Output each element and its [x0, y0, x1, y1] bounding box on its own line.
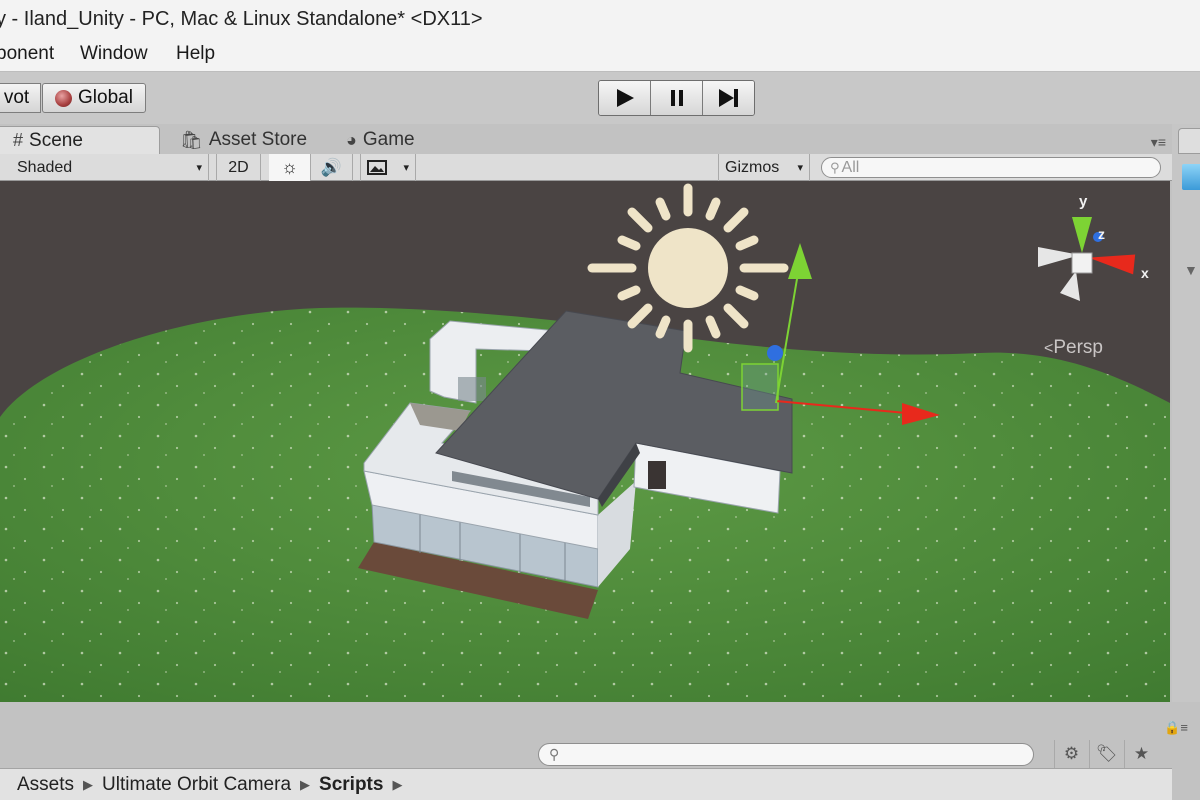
- pivot-toggle-button[interactable]: vot: [0, 83, 41, 113]
- tab-asset-store-label: Asset Store: [208, 129, 308, 150]
- panel-menu-icon[interactable]: ▾≡: [1151, 134, 1166, 151]
- gizmo-arrow-y: [788, 243, 812, 279]
- projection-label: Persp: [1053, 337, 1103, 358]
- playback-controls: [598, 80, 755, 116]
- global-toggle-button[interactable]: Global: [42, 83, 146, 113]
- lock-icon[interactable]: 🔒≡: [1164, 720, 1188, 736]
- projection-icon: <: [1044, 340, 1054, 357]
- scene-audio-toggle[interactable]: 🔊: [311, 154, 353, 181]
- dropdown-arrow-icon: ▾: [196, 162, 202, 174]
- menu-item-help[interactable]: Help: [176, 43, 215, 65]
- gizmos-label: Gizmos: [725, 158, 780, 176]
- menu-bar: ponent Window Help: [0, 38, 1200, 72]
- inspector-panel-edge: ▼: [1172, 124, 1200, 704]
- main-toolbar: vot Global: [0, 72, 1200, 124]
- breadcrumb-assets[interactable]: Assets: [17, 774, 74, 796]
- scene-render: [0, 183, 1170, 702]
- gizmo-label-y: y: [1079, 193, 1088, 210]
- chevron-right-icon: ▶: [392, 776, 403, 792]
- chevron-right-icon: ▶: [300, 776, 311, 792]
- scene-lighting-toggle[interactable]: ☼: [269, 154, 311, 181]
- step-icon: [718, 89, 738, 107]
- shading-mode-value: Shaded: [17, 158, 73, 176]
- project-panel: 🔒≡ ⚲ ⚙ 🏷 ★ Assets ▶ Ultimate Orbit Camer…: [0, 702, 1200, 800]
- tab-game[interactable]: ◕ Game: [346, 126, 415, 154]
- sun-icon: ☼: [281, 157, 298, 177]
- window-title-bar: y - Iland_Unity - PC, Mac & Linux Standa…: [0, 0, 1200, 38]
- gizmos-dropdown[interactable]: Gizmos ▾: [718, 154, 810, 181]
- grid-icon: #: [13, 130, 24, 150]
- search-icon: ⚲: [549, 746, 560, 762]
- gizmo-axis-z: [767, 345, 783, 361]
- chevron-right-icon: ▶: [83, 776, 94, 792]
- inspector-tab[interactable]: [1178, 128, 1200, 154]
- global-label: Global: [78, 87, 133, 108]
- gizmo-label-x: x: [1141, 265, 1149, 281]
- gizmo-label-z: z: [1098, 226, 1105, 242]
- 2d-mode-button[interactable]: 2D: [216, 154, 261, 181]
- image-icon: [367, 160, 387, 175]
- favorite-star-icon[interactable]: ★: [1124, 740, 1158, 768]
- speaker-icon: 🔊: [320, 157, 343, 177]
- shopping-bag-icon: 🛍: [180, 129, 203, 150]
- tab-scene-label: Scene: [29, 129, 83, 151]
- step-button[interactable]: [703, 81, 754, 115]
- pacman-icon: ◕: [346, 129, 357, 150]
- breadcrumb-scripts[interactable]: Scripts: [319, 774, 383, 796]
- pause-button[interactable]: [651, 81, 703, 115]
- pause-icon: [670, 90, 683, 106]
- 2d-mode-label: 2D: [228, 158, 249, 176]
- scene-viewport[interactable]: y z x <Persp: [0, 181, 1170, 702]
- selected-object-box: [741, 363, 779, 411]
- scene-search-input[interactable]: ⚲ All: [821, 157, 1161, 178]
- tab-game-label: Game: [362, 129, 415, 150]
- search-placeholder: All: [841, 158, 860, 176]
- cube-icon: [1182, 164, 1200, 190]
- breadcrumb: Assets ▶ Ultimate Orbit Camera ▶ Scripts…: [0, 768, 1172, 800]
- collapse-arrow-icon[interactable]: ▼: [1184, 262, 1198, 278]
- scene-view-toolbar: Shaded ▾ 2D ☼ 🔊 ▾ Gizmos ▾ ⚲ All: [0, 154, 1172, 181]
- menu-item-window[interactable]: Window: [80, 43, 148, 65]
- shading-mode-dropdown[interactable]: Shaded ▾: [0, 154, 209, 181]
- dropdown-arrow-icon: ▾: [797, 162, 803, 174]
- project-search-input[interactable]: ⚲: [538, 743, 1034, 766]
- window-title: y - Iland_Unity - PC, Mac & Linux Standa…: [0, 8, 483, 30]
- scene-effects-dropdown[interactable]: ▾: [360, 154, 416, 181]
- pivot-label: vot: [3, 87, 30, 108]
- globe-icon: [55, 89, 73, 107]
- breadcrumb-orbit-camera[interactable]: Ultimate Orbit Camera: [102, 774, 291, 796]
- tab-scene[interactable]: # Scene: [0, 126, 160, 154]
- filter-type-icon[interactable]: ⚙: [1054, 740, 1088, 768]
- projection-toggle[interactable]: <Persp: [1044, 337, 1103, 359]
- dropdown-arrow-icon: ▾: [403, 162, 409, 174]
- orientation-gizmo: [1038, 217, 1136, 301]
- play-icon: [616, 89, 634, 107]
- play-button[interactable]: [599, 81, 651, 115]
- label-tag-icon[interactable]: 🏷: [1089, 740, 1123, 768]
- menu-item-component[interactable]: ponent: [0, 43, 54, 65]
- scene-tab-strip: # Scene 🛍 Asset Store ◕ Game ▾≡: [0, 124, 1172, 154]
- search-icon: ⚲: [830, 159, 840, 175]
- tab-asset-store[interactable]: 🛍 Asset Store: [180, 126, 307, 154]
